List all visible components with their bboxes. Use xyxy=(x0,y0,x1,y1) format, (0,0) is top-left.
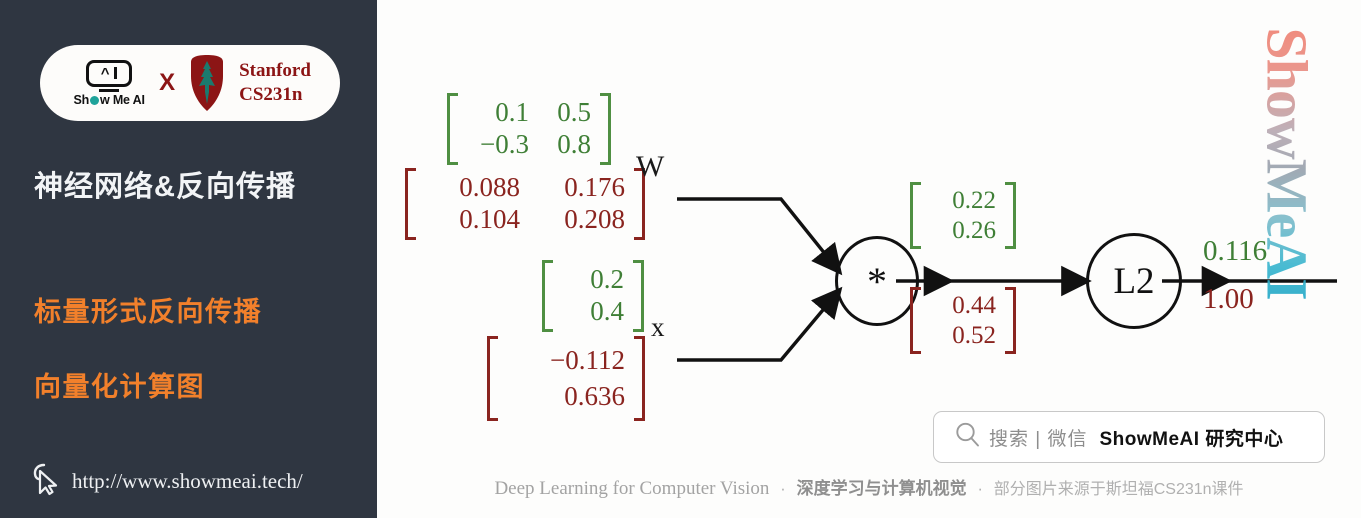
matrix-body: 0.22 0.26 xyxy=(921,182,1005,249)
site-url-label[interactable]: http://www.showmeai.tech/ xyxy=(72,469,303,494)
matrix-cell: 0.26 xyxy=(952,216,996,244)
bracket-right xyxy=(1005,287,1016,354)
matrix-cell: 0.4 xyxy=(590,295,624,326)
logo-cross-label: X xyxy=(159,69,176,96)
cursor-icon xyxy=(32,462,62,501)
subtitle-vectorized-graph: 向量化计算图 xyxy=(34,372,205,402)
matrix-row: 0.4 xyxy=(562,296,624,328)
matrix-cell: 0.088 xyxy=(459,172,520,202)
bracket-left xyxy=(447,93,458,165)
showmeai-watermark: ShowMeAI xyxy=(1254,27,1320,300)
matrix-body: −0.112 0.636 xyxy=(498,336,634,421)
showmeai-wordmark: Sh w Me AI xyxy=(73,93,144,107)
stanford-line-1: Stanford xyxy=(239,60,311,82)
showmeai-o-icon xyxy=(90,96,100,105)
matrix-cell: 0.636 xyxy=(564,381,625,412)
stanford-tree-icon xyxy=(185,54,229,112)
footer-sep-2: · xyxy=(977,479,983,498)
bracket-right xyxy=(633,260,644,332)
matrix-row: 0.44 xyxy=(930,291,996,321)
bracket-right xyxy=(1005,182,1016,249)
diagram-canvas: 0.1 0.5 −0.3 0.8 0.088 0.176 0.104 0.208… xyxy=(377,0,1361,518)
matrix-row: 0.088 0.176 xyxy=(425,172,625,204)
variable-label-x: x xyxy=(651,312,665,342)
matrix-cell: 0.176 xyxy=(564,172,625,202)
variable-label-w: W xyxy=(636,150,665,183)
node-l2[interactable]: L2 xyxy=(1086,233,1182,329)
search-placeholder-label: 搜索 | 微信 xyxy=(989,428,1088,450)
footer-chinese: 深度学习与计算机视觉 xyxy=(796,479,967,498)
matrix-row: 0.1 0.5 xyxy=(467,97,591,129)
matrix-x-forward: 0.2 0.4 xyxy=(542,260,644,332)
matrix-cell: 0.1 xyxy=(495,97,529,127)
matrix-row: 0.52 xyxy=(930,321,996,351)
sidebar: ^ Sh w Me AI X Stanford CS231n 神经网络&反向传播… xyxy=(0,0,377,518)
footer-source-note: 部分图片来源于斯坦福CS231n课件 xyxy=(993,481,1244,498)
node-l2-label: L2 xyxy=(1113,260,1155,302)
page-title: 神经网络&反向传播 xyxy=(34,171,296,203)
caret-icon: ^ xyxy=(100,64,110,82)
stanford-course-label: Stanford CS231n xyxy=(239,59,311,107)
matrix-w-forward: 0.1 0.5 −0.3 0.8 xyxy=(447,93,611,165)
matrix-body: 0.2 0.4 xyxy=(553,260,633,332)
matrix-cell: −0.112 xyxy=(550,345,625,375)
showmeai-logo: ^ Sh w Me AI xyxy=(69,59,149,107)
matrix-cell: 0.8 xyxy=(557,128,591,159)
bracket-left xyxy=(405,168,416,240)
matrix-cell: 0.2 xyxy=(590,264,624,294)
matrix-cell: −0.3 xyxy=(480,128,529,159)
bracket-left xyxy=(910,182,921,249)
matrix-cell: 0.44 xyxy=(952,292,996,319)
stand-icon xyxy=(99,88,120,92)
node-multiply[interactable]: * xyxy=(835,236,919,326)
matrix-row: 0.2 xyxy=(562,264,624,296)
matrix-body: 0.088 0.176 0.104 0.208 xyxy=(416,168,634,240)
matrix-row: 0.636 xyxy=(507,378,625,414)
matrix-w-gradient: 0.088 0.176 0.104 0.208 xyxy=(405,168,645,240)
output-gradient-value: 1.00 xyxy=(1203,283,1254,315)
showmeai-screen-icon: ^ xyxy=(86,59,133,87)
wechat-search-box[interactable]: 搜索 | 微信 ShowMeAI 研究中心 xyxy=(933,411,1325,463)
node-multiply-label: * xyxy=(867,258,887,304)
matrix-cell: 0.52 xyxy=(952,321,996,349)
footer-english: Deep Learning for Computer Vision xyxy=(494,478,770,499)
matrix-body: 0.44 0.52 xyxy=(921,287,1005,354)
footer-credits: Deep Learning for Computer Vision · 深度学习… xyxy=(377,474,1361,500)
matrix-q-gradient: 0.44 0.52 xyxy=(910,287,1016,354)
stanford-line-2: CS231n xyxy=(239,84,303,105)
search-icon xyxy=(954,421,981,453)
bracket-left xyxy=(542,260,553,332)
bracket-right xyxy=(600,93,611,165)
site-url-row[interactable]: http://www.showmeai.tech/ xyxy=(32,462,303,501)
slide-root: ^ Sh w Me AI X Stanford CS231n 神经网络&反向传播… xyxy=(0,0,1361,518)
matrix-row: 0.22 xyxy=(930,186,996,216)
bar-icon xyxy=(114,67,118,79)
matrix-body: 0.1 0.5 −0.3 0.8 xyxy=(458,93,600,165)
showmeai-wordmark-head: Sh xyxy=(73,92,90,107)
bracket-left xyxy=(487,336,498,421)
matrix-cell: 0.208 xyxy=(564,203,625,234)
matrix-row: 0.26 xyxy=(930,216,996,246)
subtitle-scalar-backprop: 标量形式反向传播 xyxy=(34,297,262,327)
matrix-cell: 0.5 xyxy=(557,97,591,127)
search-brand-label: ShowMeAI 研究中心 xyxy=(1099,428,1284,450)
matrix-cell: 0.22 xyxy=(952,187,996,214)
matrix-row: −0.3 0.8 xyxy=(467,129,591,161)
matrix-cell: 0.104 xyxy=(459,203,520,234)
matrix-q-forward: 0.22 0.26 xyxy=(910,182,1016,249)
footer-sep-1: · xyxy=(780,479,786,498)
matrix-x-gradient: −0.112 0.636 xyxy=(487,336,645,421)
matrix-row: −0.112 xyxy=(507,342,625,378)
logo-pill: ^ Sh w Me AI X Stanford CS231n xyxy=(40,45,340,121)
showmeai-wordmark-tail: w Me AI xyxy=(100,92,145,107)
bracket-left xyxy=(910,287,921,354)
bracket-right xyxy=(634,336,645,421)
matrix-row: 0.104 0.208 xyxy=(425,204,625,236)
